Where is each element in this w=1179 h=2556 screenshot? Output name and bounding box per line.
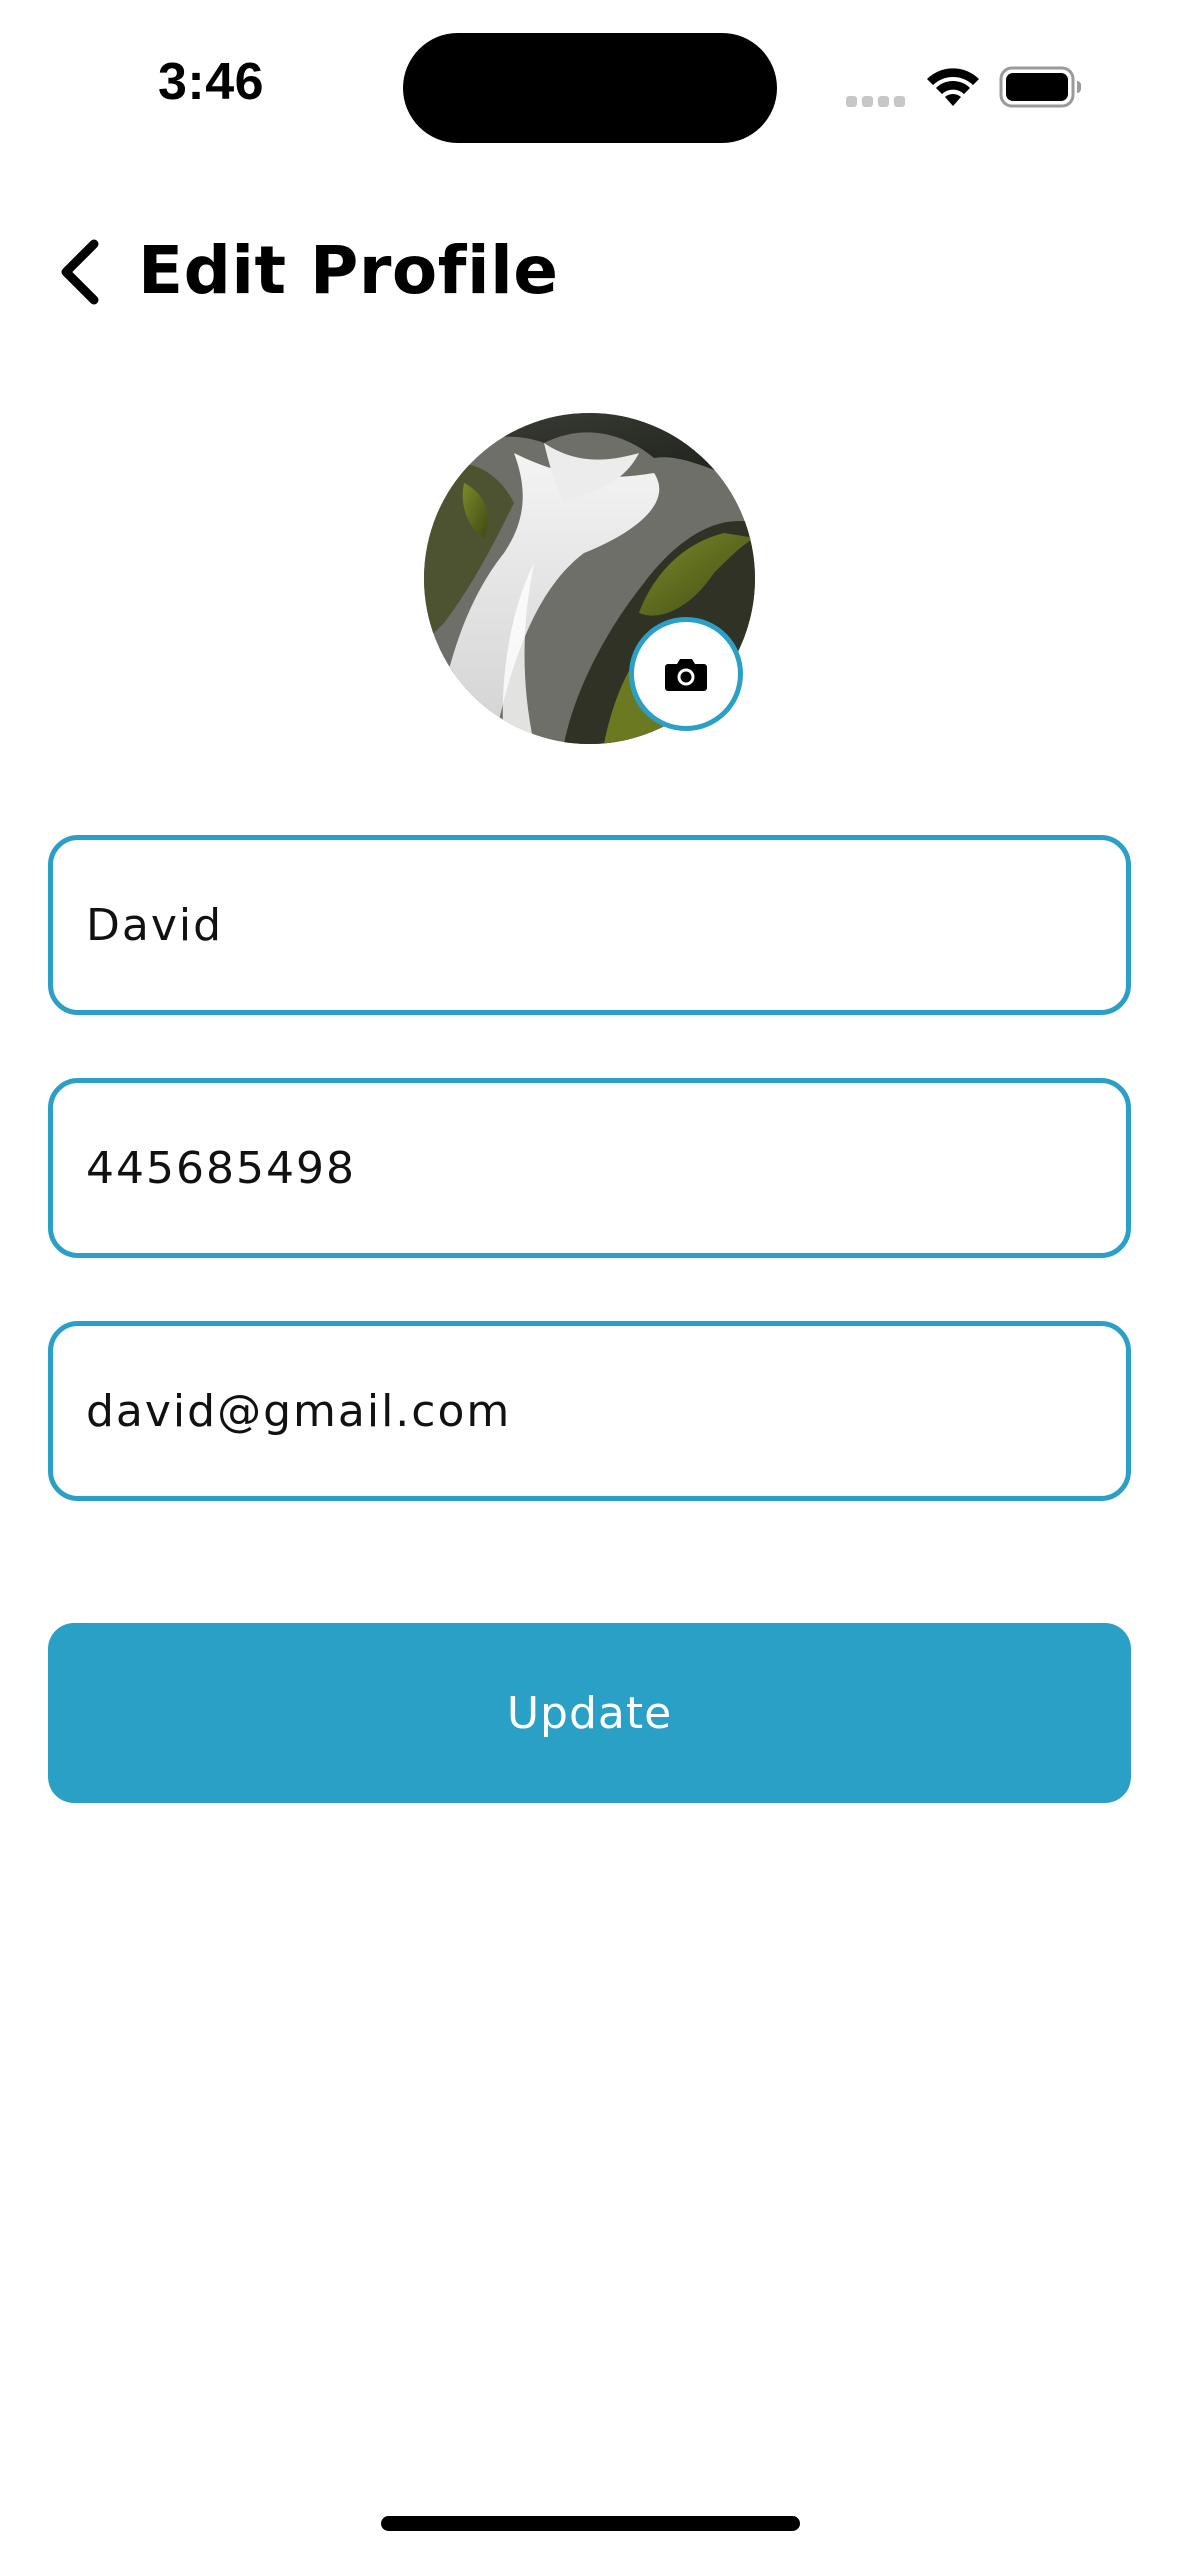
phone-field[interactable]: [48, 1078, 1131, 1258]
home-indicator[interactable]: [381, 2516, 800, 2531]
email-field[interactable]: [48, 1321, 1131, 1501]
update-button[interactable]: Update: [48, 1623, 1131, 1803]
back-chevron-icon[interactable]: [52, 236, 108, 308]
change-photo-button[interactable]: [629, 617, 743, 731]
phone-input[interactable]: [53, 1083, 1126, 1253]
name-input[interactable]: [53, 840, 1126, 1010]
cell-signal-icon: [846, 96, 906, 108]
page-title: Edit Profile: [138, 232, 559, 309]
wifi-icon: [927, 68, 979, 106]
email-input[interactable]: [53, 1326, 1126, 1496]
camera-icon: [665, 659, 707, 691]
status-time: 3:46: [158, 53, 265, 111]
name-field[interactable]: [48, 835, 1131, 1015]
battery-icon: [999, 66, 1081, 108]
dynamic-island: [403, 33, 777, 143]
